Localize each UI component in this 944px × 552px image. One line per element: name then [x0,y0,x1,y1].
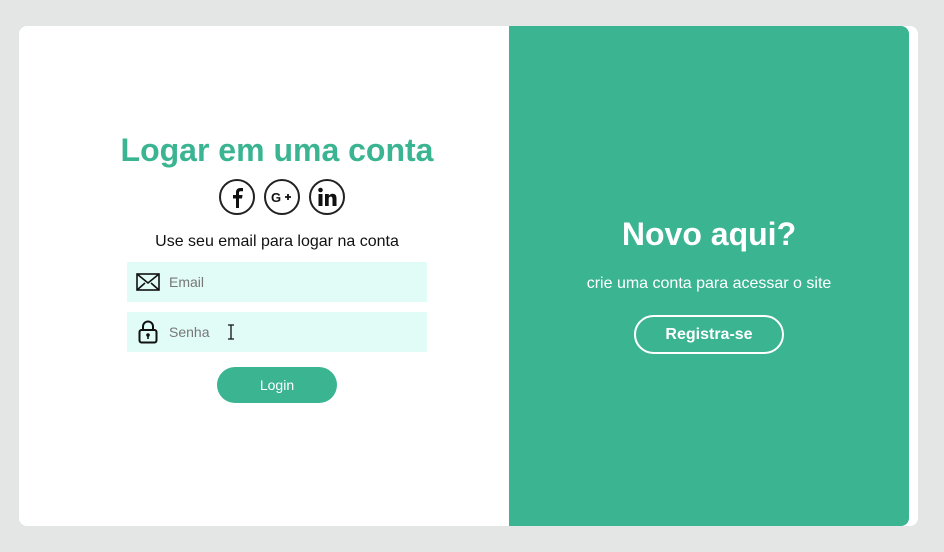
register-panel: Novo aqui? crie uma conta para acessar o… [509,26,909,526]
svg-text:G: G [271,190,281,205]
register-text: crie uma conta para acessar o site [586,275,832,292]
text-cursor-icon [227,324,235,345]
facebook-icon[interactable] [219,179,255,215]
login-title: Logar em uma conta [120,132,434,168]
login-button[interactable]: Login [217,367,337,403]
auth-card: Logar em uma conta G Use seu email para … [19,26,918,526]
envelope-icon [136,270,160,294]
linkedin-icon[interactable] [309,179,345,215]
google-plus-icon[interactable]: G [264,179,300,215]
email-field [127,262,427,302]
social-login-row: G [219,179,345,215]
password-input[interactable] [169,317,399,347]
lock-icon [136,320,160,344]
password-field [127,312,427,352]
register-title: Novo aqui? [621,216,797,252]
register-button[interactable]: Registra-se [634,315,784,354]
email-input[interactable] [169,267,399,297]
login-subtitle: Use seu email para logar na conta [155,233,399,250]
login-panel: Logar em uma conta G Use seu email para … [19,26,509,526]
